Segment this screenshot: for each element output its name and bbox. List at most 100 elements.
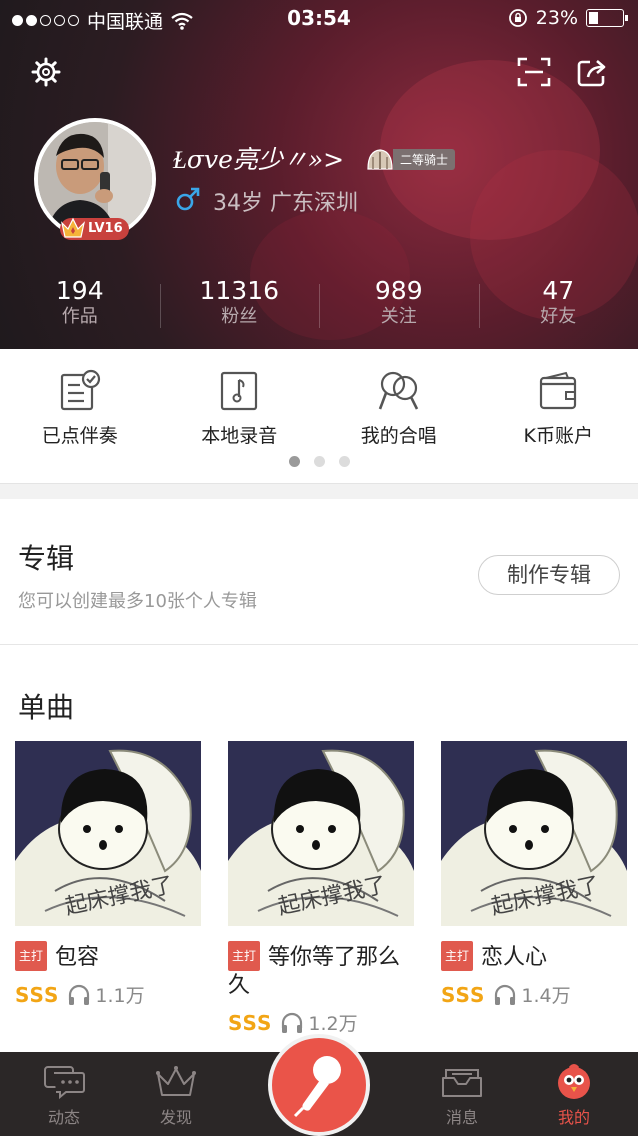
gear-icon xyxy=(31,57,61,87)
record-button[interactable] xyxy=(268,1034,370,1136)
featured-tag: 主打 xyxy=(441,941,474,971)
song-card[interactable]: 起床撑我了 主打 等你等了那么久 SSS 1.2万 xyxy=(228,741,414,1035)
microphone-icon xyxy=(293,1056,341,1118)
grade-badge: SSS xyxy=(15,982,60,1007)
stat-friends[interactable]: 47 好友 xyxy=(478,276,638,332)
share-button[interactable] xyxy=(570,50,614,94)
album-hint: 您可以创建最多10张个人专辑 xyxy=(18,591,257,612)
pager-dots[interactable] xyxy=(0,456,638,467)
featured-tag: 主打 xyxy=(15,941,48,971)
crown-icon xyxy=(156,1066,196,1096)
song-title-row: 主打 等你等了那么久 xyxy=(228,941,414,1000)
level-badge: LV16 xyxy=(60,217,129,240)
username: Ɫσve亮少〃»> xyxy=(173,145,345,174)
song-card[interactable]: 起床撑我了 主打 包容 SSS 1.1万 xyxy=(15,741,201,1007)
crown-icon xyxy=(60,217,86,238)
share-icon xyxy=(577,60,606,87)
stat-value: 194 xyxy=(55,276,104,305)
action-label: 我的合唱 xyxy=(360,425,437,447)
section-divider xyxy=(0,483,638,499)
stat-following[interactable]: 989 关注 xyxy=(319,276,479,332)
stat-label: 粉丝 xyxy=(221,306,258,327)
profile-header: 中国联通 03:54 23% LV16 Ɫσve亮少〃»> 二等骑士 34岁 广… xyxy=(0,0,638,349)
stat-fans[interactable]: 11316 粉丝 xyxy=(159,276,320,332)
play-count-value: 1.1万 xyxy=(95,985,145,1007)
create-album-button[interactable]: 制作专辑 xyxy=(478,555,620,595)
action-local-recording[interactable]: 本地录音 xyxy=(160,349,320,449)
song-title: 包容 xyxy=(55,945,100,970)
inbox-icon xyxy=(442,1069,482,1097)
action-label: 本地录音 xyxy=(201,425,278,447)
song-cover: 起床撑我了 xyxy=(228,741,414,926)
tab-label: 我的 xyxy=(557,1108,590,1127)
headphones-icon xyxy=(69,984,90,1005)
featured-tag: 主打 xyxy=(228,941,261,971)
play-count: 1.1万 xyxy=(67,981,145,1008)
stat-value: 11316 xyxy=(199,276,280,305)
battery-icon xyxy=(586,9,628,27)
grade-badge: SSS xyxy=(228,1010,273,1035)
song-title-row: 主打 包容 xyxy=(15,941,201,972)
tab-label: 发现 xyxy=(159,1108,192,1127)
settings-button[interactable] xyxy=(24,50,68,94)
stat-value: 47 xyxy=(542,276,575,305)
play-count: 1.4万 xyxy=(493,981,571,1008)
play-count-value: 1.2万 xyxy=(308,1013,358,1035)
tab-messages[interactable]: 消息 xyxy=(412,1064,512,1128)
stat-works[interactable]: 194 作品 xyxy=(0,276,160,332)
action-k-coin-account[interactable]: K币账户 xyxy=(479,349,638,449)
song-meta: SSS 1.1万 xyxy=(15,981,145,1008)
tab-label: 消息 xyxy=(445,1108,478,1127)
play-count: 1.2万 xyxy=(280,1009,358,1036)
stat-value: 989 xyxy=(374,276,423,305)
local-recording-icon xyxy=(221,371,258,411)
scan-icon xyxy=(517,57,551,87)
user-age-location: 34岁 广东深圳 xyxy=(213,191,358,216)
rotation-lock-icon xyxy=(508,9,527,27)
tab-me[interactable]: 我的 xyxy=(524,1064,624,1128)
pager-dot[interactable] xyxy=(338,456,350,467)
tab-discover[interactable]: 发现 xyxy=(126,1064,226,1128)
rank-badge[interactable]: 二等骑士 xyxy=(365,148,456,170)
grade-badge: SSS xyxy=(441,982,486,1007)
action-label: K币账户 xyxy=(523,425,593,447)
stat-label: 好友 xyxy=(540,306,577,327)
song-title: 恋人心 xyxy=(481,945,548,970)
pager-dot[interactable] xyxy=(288,456,300,467)
stat-label: 关注 xyxy=(380,306,417,327)
action-label: 已点伴奏 xyxy=(41,425,118,447)
male-icon xyxy=(176,187,200,211)
tab-feed[interactable]: 动态 xyxy=(14,1064,114,1128)
chorus-icon xyxy=(378,371,418,410)
rank-title: 二等骑士 xyxy=(393,148,456,170)
tab-label: 动态 xyxy=(47,1108,80,1127)
avatar[interactable]: LV16 xyxy=(34,118,156,240)
action-my-chorus[interactable]: 我的合唱 xyxy=(319,349,479,449)
album-section: 专辑 您可以创建最多10张个人专辑 制作专辑 xyxy=(0,499,638,645)
song-card[interactable]: 起床撑我了 主打 恋人心 SSS 1.4万 xyxy=(441,741,627,1007)
song-title-row: 主打 恋人心 xyxy=(441,941,627,972)
song-cover: 起床撑我了 xyxy=(441,741,627,926)
accompaniment-list-icon xyxy=(60,369,100,411)
knight-helmet-icon xyxy=(367,149,393,170)
profile-stats: 194 作品 11316 粉丝 989 关注 47 好友 xyxy=(0,276,638,332)
pager-dot[interactable] xyxy=(313,456,325,467)
status-bar: 中国联通 03:54 23% xyxy=(0,0,638,36)
section-title: 单曲 xyxy=(18,691,75,724)
quick-actions: 已点伴奏 本地录音 我的合唱 K币账户 xyxy=(0,349,638,483)
play-count-value: 1.4万 xyxy=(521,985,571,1007)
song-cover: 起床撑我了 xyxy=(15,741,201,926)
action-accompaniment[interactable]: 已点伴奏 xyxy=(0,349,160,449)
scan-button[interactable] xyxy=(512,50,556,94)
stat-label: 作品 xyxy=(61,306,98,327)
profile-bird-icon xyxy=(558,1064,590,1099)
level-text: LV16 xyxy=(88,221,123,236)
wallet-icon xyxy=(540,371,577,410)
headphones-icon xyxy=(282,1012,303,1033)
headphones-icon xyxy=(495,984,516,1005)
singles-section: 单曲 起床撑我了 主打 包容 SSS 1.1万 起床撑我了 主打 等你等了那么久… xyxy=(0,646,638,1052)
chat-icon xyxy=(44,1066,85,1100)
song-meta: SSS 1.4万 xyxy=(441,981,571,1008)
song-meta: SSS 1.2万 xyxy=(228,1009,358,1036)
battery-percent: 23% xyxy=(535,7,578,29)
